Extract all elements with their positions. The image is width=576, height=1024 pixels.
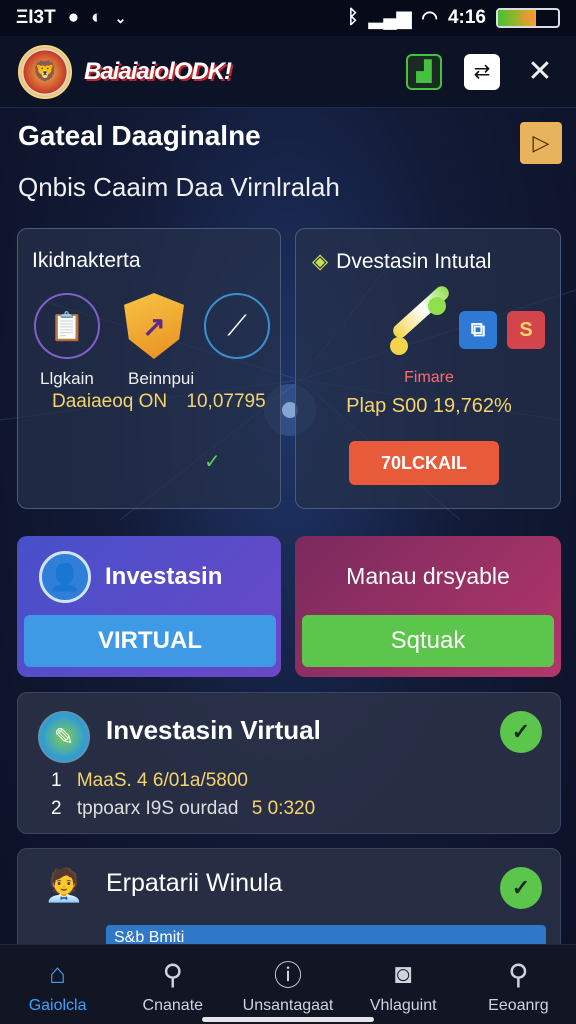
nav-label: Eeoanrg — [488, 997, 549, 1014]
signal-icon: ▂▄▆ — [368, 7, 412, 29]
wifi-icon: ◠ — [421, 7, 438, 29]
app-header: 🦁 BaiaiaiolODK! ▟ ⇄ ✕ — [0, 36, 576, 108]
app-icon-blue: ⧉ — [459, 311, 497, 349]
investment-card[interactable]: ◈ Dvestasin Intutal ⧉ S Fimare Plap S00 … — [295, 228, 561, 509]
nav-item-search[interactable]: ⚲ Cnanate — [115, 945, 230, 1024]
bluetooth-icon: ᛒ — [347, 7, 359, 28]
home-indicator[interactable] — [202, 1017, 374, 1022]
info-icon: ⓘ — [273, 960, 302, 991]
shield-chart-icon: ↗ — [124, 293, 184, 359]
sync-status-icon: ◐ — [91, 7, 103, 28]
search-icon: ⚲ — [508, 958, 529, 990]
clock: 4:16 — [447, 7, 486, 28]
document-icon: 📋 — [34, 293, 100, 359]
check-icon: ✓ — [204, 451, 221, 473]
row-text: MaaS. 4 6/01a/5800 — [76, 770, 248, 791]
nav-label: Unsantagaat — [242, 997, 334, 1014]
check-badge-icon[interactable]: ✓ — [500, 867, 542, 909]
battery-icon: 63 — [496, 8, 560, 28]
page-subtitle: Qnbis Caaim Daa Virnlralah — [18, 172, 340, 202]
card-title: Ikidnakterta — [32, 249, 141, 272]
nav-label: Vhlaguint — [369, 997, 437, 1014]
nav-item-home[interactable]: ⌂ Gaiolcla — [0, 945, 115, 1024]
unlock-button[interactable]: 70LCKAIL — [349, 441, 499, 485]
home-icon: ⌂ — [49, 958, 67, 989]
nav-item-info[interactable]: ⓘ Unsantagaat — [230, 945, 345, 1024]
nav-item-camera[interactable]: ◙ Vhlaguint — [346, 945, 461, 1024]
play-button[interactable]: ▷ — [520, 122, 562, 164]
sync-icon[interactable]: ⇄ — [464, 53, 500, 90]
graph-icon: ⟋ — [204, 293, 270, 359]
card-title: Dvestasin Intutal — [336, 249, 492, 273]
card-label-2: Beinnpui — [128, 369, 195, 388]
status-text: ΞΙ3Τ — [16, 7, 56, 28]
pen-tip-icon — [390, 337, 408, 355]
person-document-icon: 🧑‍💼 — [44, 867, 84, 903]
manage-title: Manau drsyable — [346, 563, 510, 589]
invest-virtual-card: 👤 Investasin VIRTUAL — [17, 536, 281, 677]
start-button[interactable]: Sqtuak — [302, 615, 554, 667]
user-icon: 👤 — [39, 551, 91, 603]
row-value: 5 0:320 — [251, 798, 316, 819]
promo-value: Plap S00 19,762% — [346, 395, 512, 417]
stat-b: 10,07795 — [186, 391, 266, 412]
tools-icon[interactable]: ✕ — [522, 54, 558, 90]
nav-label: Gaiolcla — [28, 997, 87, 1014]
battery-text: 63 — [521, 11, 535, 25]
list-title: Erpatarii Winula — [106, 869, 283, 897]
list-title: Investasin Virtual — [106, 715, 321, 745]
search-icon: ⚲ — [162, 958, 184, 990]
pen-end-icon — [428, 297, 446, 315]
list-item[interactable]: ✎ Investasin Virtual ✓ 1 MaaS. 4 6/01a/5… — [17, 692, 561, 834]
bottom-nav: ⌂ Gaiolcla ⚲ Cnanate ⓘ Unsantagaat ◙ Vhl… — [0, 944, 576, 1024]
status-bar: ΞΙ3Τ ● ◐ ⌄ ᛒ ▂▄▆ ◠ 4:16 63 — [0, 0, 576, 36]
check-badge-icon[interactable]: ✓ — [500, 711, 542, 753]
detail-row-1: 1 MaaS. 4 6/01a/5800 — [51, 770, 248, 792]
brand-name: BaiaiaiolODK! — [84, 57, 232, 85]
card-title-row: ◈ Dvestasin Intutal — [312, 249, 491, 274]
camera-icon: ◙ — [394, 958, 412, 989]
stat-line: Daaiaeoq ON 10,07795 — [52, 391, 266, 413]
row-text: tppoarx I9S ourdad — [76, 798, 239, 819]
row-number: 1 — [51, 770, 62, 791]
app-icon-red: S — [507, 311, 545, 349]
detail-row-2: 2 tppoarx I9S ourdad 5 0:320 — [51, 798, 315, 820]
notification-icon: ● — [67, 7, 80, 28]
chevron-down-icon: ⌄ — [114, 9, 127, 26]
manage-card: Manau drsyable Sqtuak — [295, 536, 561, 677]
nav-label: Cnanate — [142, 997, 204, 1014]
overview-card[interactable]: Ikidnakterta 📋 ↗ ⟋ Llgkain Beinnpui Daai… — [17, 228, 281, 509]
row-number: 2 — [51, 798, 62, 819]
nav-item-explore[interactable]: ⚲ Eeoanrg — [461, 945, 576, 1024]
list-item[interactable]: 🧑‍💼 Erpatarii Winula ✓ S&b Bmiti — [17, 848, 561, 959]
app-logo: 🦁 — [18, 44, 72, 99]
promo-label: Fimare — [404, 369, 454, 386]
virtual-button[interactable]: VIRTUAL — [24, 615, 276, 667]
card-label-1: Llgkain — [40, 369, 94, 388]
diamond-icon: ◈ — [312, 250, 329, 273]
globe-icon: ✎ — [38, 711, 90, 763]
chart-icon[interactable]: ▟ — [406, 53, 442, 90]
invest-title: Investasin — [105, 563, 223, 590]
stat-a: Daaiaeoq ON — [52, 391, 168, 412]
play-icon: ▷ — [532, 130, 550, 155]
page-title: Gateal Daaginalne — [18, 120, 261, 151]
